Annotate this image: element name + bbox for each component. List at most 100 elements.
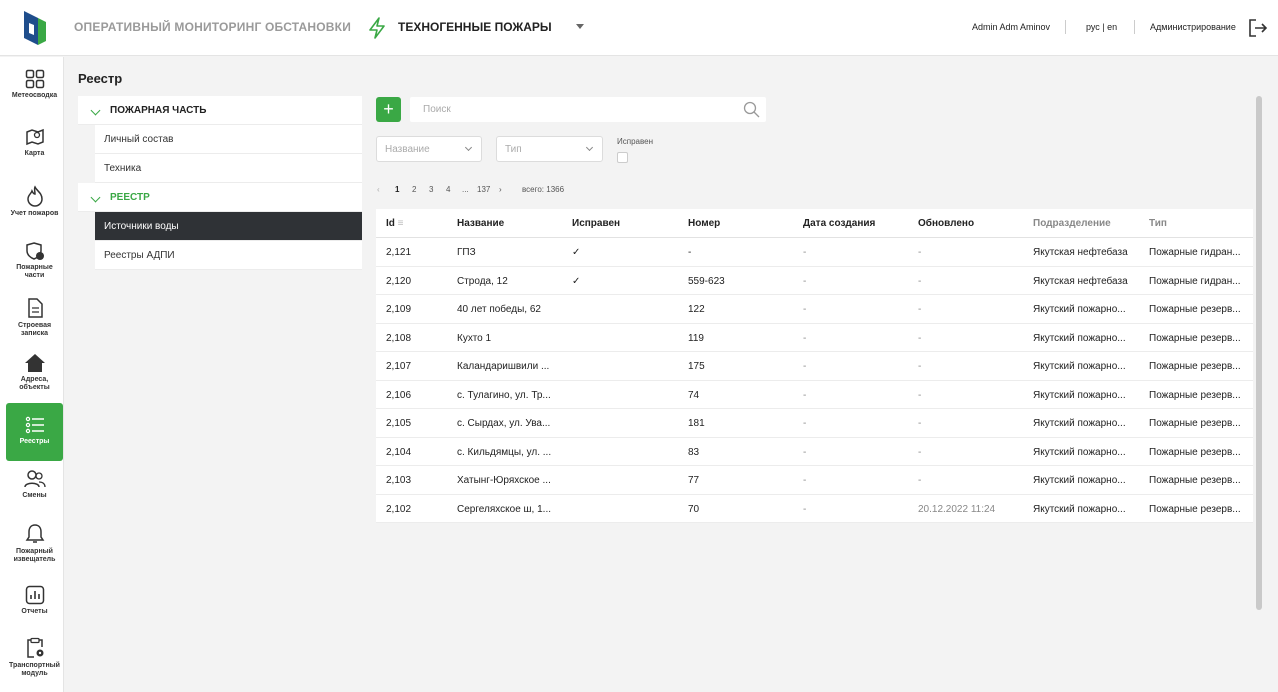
tree-group-registry[interactable]: РЕЕСТР — [78, 183, 362, 212]
add-button[interactable]: + — [376, 97, 401, 122]
document-icon — [27, 298, 43, 318]
column-header-created[interactable]: Дата создания — [803, 218, 875, 229]
nav-item-fire-alarm[interactable]: Пожарный извещатель — [6, 523, 63, 579]
filter-type-select[interactable]: Тип — [496, 136, 603, 162]
nav-label: Строевая записка — [17, 322, 52, 337]
cell-id: 2,109 — [386, 304, 412, 315]
cell-id: 2,102 — [386, 503, 412, 515]
cell-name: Сергеляхское ш, 1... — [457, 503, 552, 515]
page-link[interactable]: 137 — [477, 185, 490, 194]
tree-item-label: Личный состав — [104, 134, 174, 145]
cell-unit: Якутская нефтебаза — [1033, 247, 1128, 258]
table-header: Id ≡ Название Исправен Номер Дата создан… — [376, 209, 1253, 238]
column-header-type[interactable]: Тип — [1149, 218, 1167, 229]
cell-number: 181 — [688, 418, 705, 429]
cell-id: 2,107 — [386, 361, 412, 372]
tree-item-adpi-registries[interactable]: Реестры АДПИ — [95, 241, 362, 270]
search-box — [410, 97, 766, 122]
cell-type: Пожарные резерв... — [1149, 418, 1241, 429]
fire-icon — [26, 185, 43, 207]
search-icon[interactable] — [743, 101, 760, 118]
nav-item-map[interactable]: Карта — [6, 127, 63, 183]
cell-updated: - — [918, 275, 922, 287]
bell-icon — [25, 524, 44, 543]
tree-item-label: Источники воды — [104, 221, 179, 232]
page-link[interactable]: 1 — [395, 185, 399, 194]
cell-name: с. Кильдямцы, ул. ... — [457, 446, 552, 458]
cell-name: с. Сырдах, ул. Ува... — [457, 418, 551, 429]
caret-down-icon[interactable] — [576, 24, 584, 29]
working-filter-checkbox[interactable] — [617, 152, 628, 163]
column-header-unit[interactable]: Подразделение — [1033, 218, 1111, 229]
admin-link[interactable]: Администрирование — [1150, 22, 1236, 32]
nav-item-fires[interactable]: Учет пожаров — [6, 185, 63, 241]
table-row[interactable]: 2,107 Каландаришвили ... 175 - - Якутский пож… — [376, 352, 1253, 381]
table-row[interactable]: 2,106 с. Тулагино, ул. Тр... 74 - - Якутский … — [376, 381, 1253, 409]
table-row[interactable]: 2,103 Хатынг-Юряхское ... 77 - - Якутский пож… — [376, 466, 1253, 495]
table-row[interactable]: 2,109 40 лет победы, 62 122 - - Якутский пожа… — [376, 295, 1253, 324]
cell-created: - — [803, 361, 807, 372]
cell-name: Хатынг-Юряхское ... — [457, 475, 551, 486]
chevron-down-icon — [90, 105, 101, 116]
search-input[interactable] — [410, 97, 740, 122]
tree-item-equipment[interactable]: Техника — [95, 154, 362, 183]
cell-name: Каландаришвили ... — [457, 361, 550, 372]
page-link[interactable]: 2 — [412, 185, 416, 194]
filter-name-select[interactable]: Название — [376, 136, 482, 162]
tree-item-water-sources[interactable]: Источники воды — [95, 212, 362, 241]
nav-label: Отчеты — [21, 608, 48, 615]
prev-page-button[interactable]: ‹ — [377, 185, 380, 194]
module-selector[interactable]: ТЕХНОГЕННЫЕ ПОЖАРЫ — [398, 20, 552, 34]
nav-item-addresses[interactable]: Адреса, объекты — [6, 353, 63, 409]
tree-group-label: ПОЖАРНАЯ ЧАСТЬ — [110, 105, 207, 116]
table-row[interactable]: 2,108 Кухто 1 119 - - Якутский пожарно... Пожа… — [376, 324, 1253, 352]
column-header-name[interactable]: Название — [457, 218, 504, 229]
cell-created: - — [803, 475, 807, 486]
cell-number: - — [688, 247, 692, 258]
cell-number: 77 — [688, 475, 700, 486]
cell-working: ✓ — [572, 275, 581, 287]
cell-number: 559-623 — [688, 275, 725, 287]
logout-icon[interactable] — [1248, 18, 1268, 38]
column-header-updated[interactable]: Обновлено — [918, 218, 974, 229]
cell-unit: Якутский пожарно... — [1033, 446, 1126, 458]
tree-group-fire-station[interactable]: ПОЖАРНАЯ ЧАСТЬ — [78, 96, 362, 125]
shield-icon — [25, 242, 44, 260]
table-row[interactable]: 2,104 с. Кильдямцы, ул. ... 83 - - Якутский п… — [376, 438, 1253, 466]
logo-icon[interactable] — [24, 11, 46, 45]
cell-unit: Якутский пожарно... — [1033, 332, 1126, 344]
table-body: 2,121 ГПЗ ✓ - - - Якутская нефтебаза Пожарные г… — [376, 238, 1253, 523]
cell-unit: Якутский пожарно... — [1033, 475, 1126, 486]
sort-icon[interactable]: ≡ — [398, 218, 404, 229]
nav-item-transport[interactable]: Транспортный модуль — [6, 637, 63, 692]
table-row[interactable]: 2,121 ГПЗ ✓ - - - Якутская нефтебаза Пожарные г… — [376, 238, 1253, 267]
nav-item-registries[interactable]: Реестры — [6, 403, 63, 461]
scrollbar[interactable] — [1256, 96, 1262, 610]
nav-item-roll-call[interactable]: Строевая записка — [6, 297, 63, 353]
tree-item-personnel[interactable]: Личный состав — [95, 125, 362, 154]
nav-item-shifts[interactable]: Смены — [6, 469, 63, 525]
cell-number: 74 — [688, 389, 700, 401]
table-row[interactable]: 2,102 Сергеляхское ш, 1... 70 - 20.12.2022 1… — [376, 495, 1253, 523]
language-switch[interactable]: рус | en — [1086, 22, 1117, 32]
nav-item-reports[interactable]: Отчеты — [6, 585, 63, 641]
table-row[interactable]: 2,120 Строда, 12 ✓ 559-623 - - Якутская нефтеб… — [376, 267, 1253, 295]
cell-unit: Якутский пожарно... — [1033, 418, 1126, 429]
nav-label: Пожарный извещатель — [13, 548, 56, 563]
select-placeholder: Тип — [505, 144, 522, 155]
page-link[interactable]: 4 — [446, 185, 450, 194]
nav-item-meteo[interactable]: Метеосводка — [6, 69, 63, 125]
cell-type: Пожарные резерв... — [1149, 503, 1241, 515]
user-name[interactable]: Admin Adm Aminov — [972, 22, 1050, 32]
page-ellipsis[interactable]: ... — [462, 185, 469, 194]
column-header-working[interactable]: Исправен — [572, 218, 620, 229]
column-header-id[interactable]: Id ≡ — [386, 218, 404, 229]
next-page-button[interactable]: › — [499, 185, 502, 194]
table-row[interactable]: 2,105 с. Сырдах, ул. Ува... 181 - - Якутский … — [376, 409, 1253, 438]
column-header-number[interactable]: Номер — [688, 218, 720, 229]
page-link[interactable]: 3 — [429, 185, 433, 194]
cell-type: Пожарные гидран... — [1149, 275, 1241, 287]
tree-item-label: Реестры АДПИ — [104, 250, 175, 261]
nav-label: Учет пожаров — [10, 210, 59, 217]
nav-item-fire-stations[interactable]: Пожарные части — [6, 241, 63, 297]
